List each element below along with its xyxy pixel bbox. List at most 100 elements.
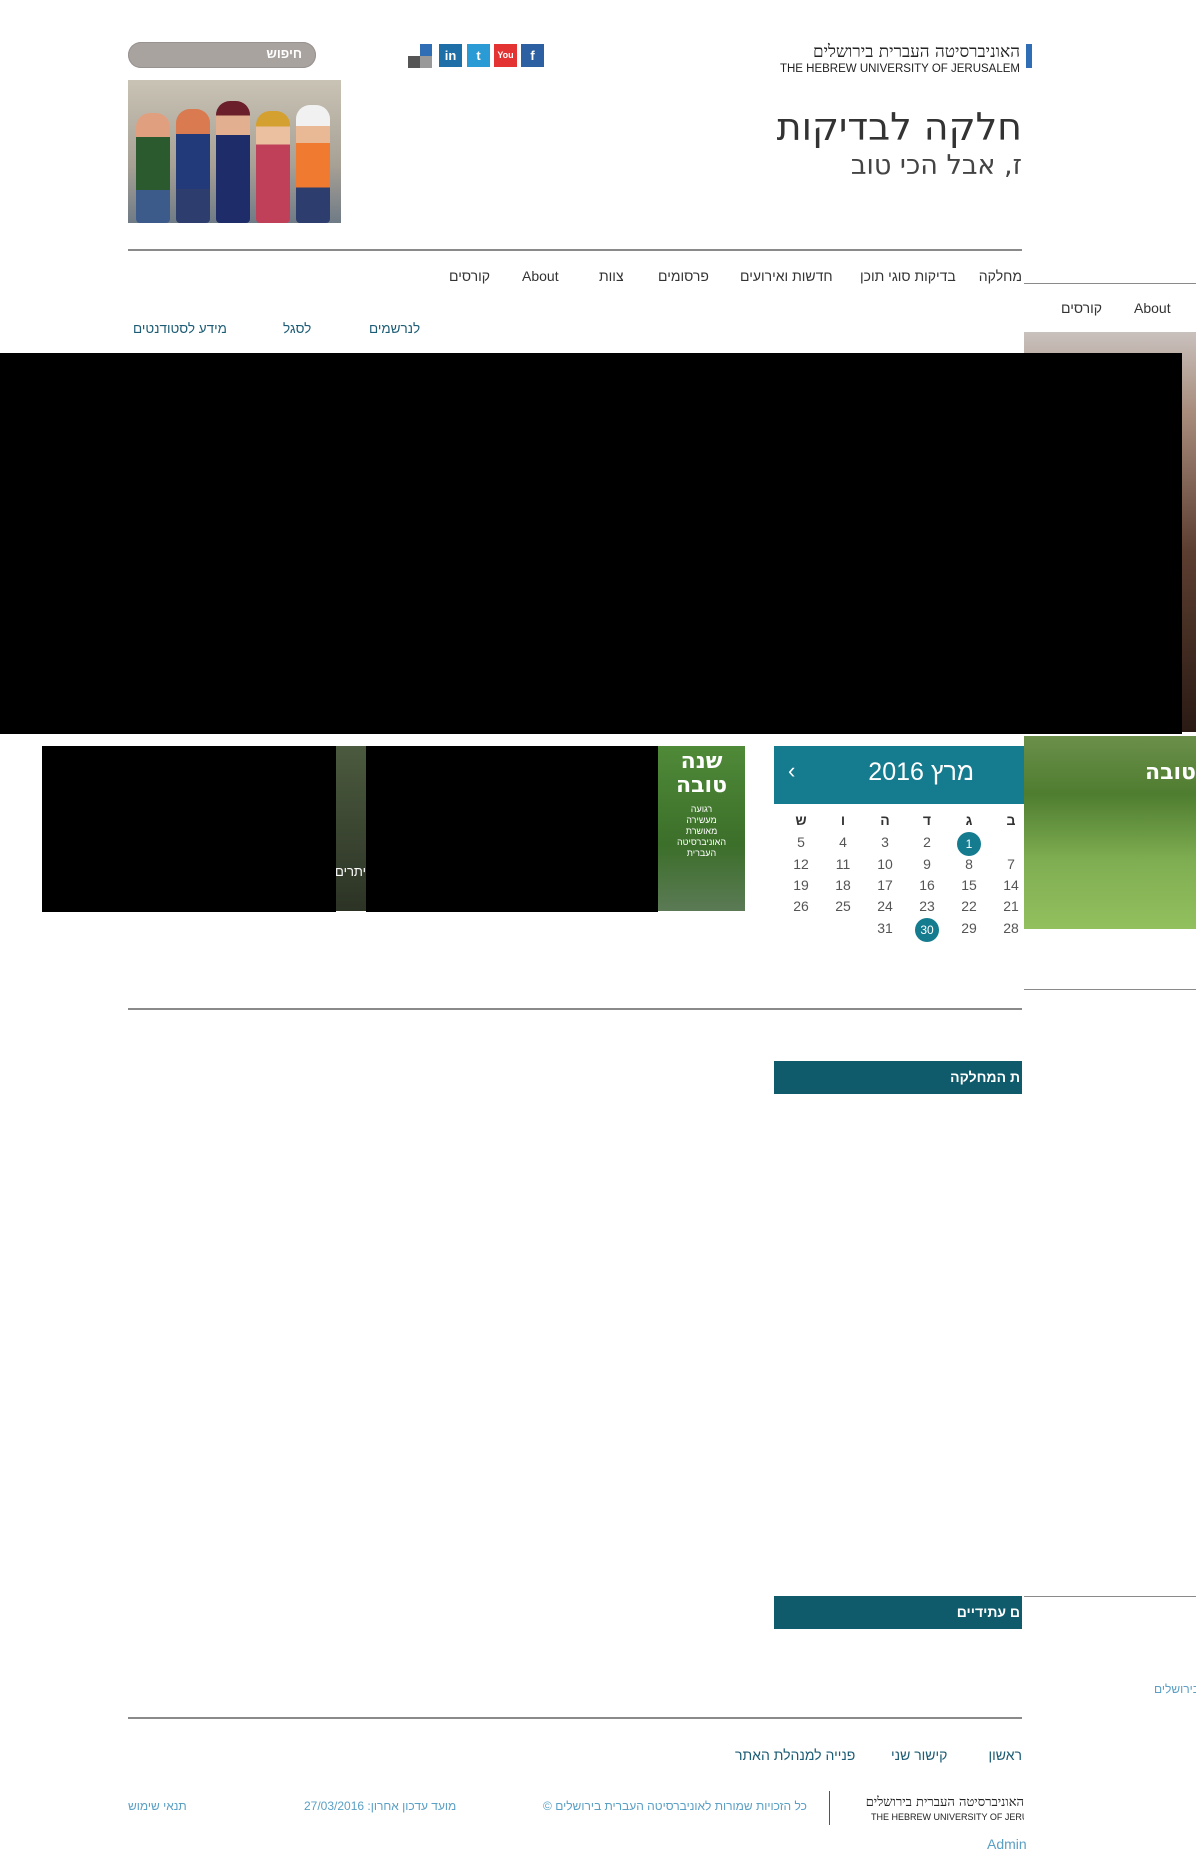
university-logo-english[interactable]: THE HEBREW UNIVERSITY OF JERUSALEM [760, 63, 1020, 75]
footer-link-second[interactable]: קישור שני [891, 1747, 947, 1763]
twitter-icon[interactable]: t [467, 44, 490, 67]
calendar-day[interactable]: 9 [912, 856, 942, 872]
overflow-photo: טובה [1024, 736, 1196, 929]
calendar-day[interactable]: 28 [996, 920, 1026, 936]
site-title[interactable]: חלקה לבדיקות [680, 105, 1022, 149]
calendar-weekday: ב [1006, 812, 1016, 828]
promo-card-strip[interactable]: יתרים [336, 746, 366, 911]
subnav-item-applicants[interactable]: לנרשמים [369, 321, 420, 336]
calendar-day[interactable]: 23 [912, 898, 942, 914]
footer-link-first[interactable]: ראשון [989, 1747, 1022, 1763]
search-label: חיפוש [266, 46, 302, 61]
promo-card-redacted-2[interactable] [366, 746, 658, 912]
youtube-icon[interactable]: You [494, 44, 517, 67]
overflow-divider [1024, 283, 1196, 284]
header-photo [128, 80, 341, 223]
calendar-day[interactable]: 21 [996, 898, 1026, 914]
calendar-day[interactable]: 7 [996, 856, 1026, 872]
site-subtitle: ז, אבל הכי טוב [850, 150, 1022, 181]
calendar-day[interactable]: 1 [954, 832, 984, 856]
nav-item-content-tests[interactable]: בדיקות סוגי תוכן [860, 268, 956, 284]
calendar-day[interactable]: 26 [786, 898, 816, 914]
calendar-day-highlight: 30 [915, 918, 939, 942]
calendar-weekday: ו [840, 812, 846, 828]
calendar-day[interactable]: 11 [828, 856, 858, 872]
hero-slider-redacted[interactable] [0, 353, 1182, 734]
calendar-weekday: ג [965, 812, 973, 828]
calendar-weekday: ד [922, 812, 932, 828]
promo-line: מאושרת [685, 826, 718, 836]
promo-line: רגועה [690, 804, 713, 814]
calendar-day[interactable]: 17 [870, 877, 900, 893]
sidebar-heading-label: ם עתידיים [956, 1604, 1020, 1620]
calendar-day[interactable]: 4 [828, 834, 858, 850]
sidebar-heading-department: ת המחלקה [774, 1061, 1022, 1094]
promo-title: שנה טובה [675, 749, 728, 798]
calendar-day[interactable]: 22 [954, 898, 984, 914]
sidebar-heading-events: ם עתידיים [774, 1596, 1022, 1629]
calendar-header: מרץ 2016 ‹ [774, 746, 1024, 804]
subnav-item-student-info[interactable]: מידע לסטודנטים [133, 321, 227, 336]
calendar-day[interactable]: 25 [828, 898, 858, 914]
calendar-day[interactable]: 30 [912, 918, 942, 942]
promo-line: האוניברסיטה [676, 837, 727, 847]
nav-item-staff[interactable]: צוות [599, 268, 624, 284]
overflow-link[interactable]: בירושלים [1154, 1682, 1196, 1696]
overflow-divider-2 [1024, 989, 1196, 990]
calendar-weekday: ש [795, 812, 807, 828]
content-divider [128, 1008, 1022, 1010]
overflow-photo-text: טובה [1144, 760, 1196, 785]
nav-item-publications[interactable]: פרסומים [658, 268, 709, 284]
nav-item-courses[interactable]: קורסים [449, 268, 490, 284]
linkedin-icon[interactable]: in [439, 44, 462, 67]
footer-logo-divider [829, 1791, 830, 1825]
calendar-day[interactable]: 19 [786, 877, 816, 893]
footer-link-clip: ראשון [975, 1741, 1022, 1765]
mosaic-icon[interactable] [408, 44, 432, 68]
footer-logo-english: THE HEBREW UNIVERSITY OF JERUSALE [871, 1812, 1024, 1822]
footer-terms-link[interactable]: תנאי שימוש [128, 1799, 187, 1813]
calendar-day[interactable]: 18 [828, 877, 858, 893]
calendar-weekday: ה [880, 812, 890, 828]
university-logo-hebrew[interactable]: האוניברסיטה העברית בירושלים [760, 42, 1020, 62]
calendar-day[interactable]: 15 [954, 877, 984, 893]
subnav-item-staff[interactable]: לסגל [283, 321, 311, 336]
nav-item-news-events[interactable]: חדשות ואירועים [740, 268, 833, 284]
calendar-day[interactable]: 3 [870, 834, 900, 850]
calendar-day-highlight: 1 [957, 832, 981, 856]
search-button[interactable]: חיפוש [128, 42, 316, 68]
admin-link[interactable]: Admin [987, 1836, 1027, 1852]
calendar-day[interactable]: 2 [912, 834, 942, 850]
footer-link-contact-admin[interactable]: פנייה למנהלת האתר [735, 1747, 855, 1763]
calendar-day[interactable]: 24 [870, 898, 900, 914]
promo-strip-text: יתרים [336, 864, 366, 879]
calendar-day[interactable]: 29 [954, 920, 984, 936]
promo-line: העברית [686, 848, 717, 858]
logo-accent-bar [1026, 44, 1032, 68]
calendar-day[interactable]: 12 [786, 856, 816, 872]
calendar-prev-icon[interactable]: ‹ [788, 758, 795, 784]
overflow-nav-courses[interactable]: קורסים [1061, 300, 1102, 316]
nav-item-about[interactable]: About [522, 268, 559, 284]
footer-logo-hebrew: האוניברסיטה העברית בירושלים [865, 1795, 1024, 1810]
calendar-day[interactable]: 31 [870, 920, 900, 936]
promo-card-new-year[interactable]: שנה טובה רגועה מעשירה מאושרת האוניברסיטה… [658, 746, 745, 911]
calendar-day[interactable]: 16 [912, 877, 942, 893]
calendar-day[interactable]: 5 [786, 834, 816, 850]
footer-logo[interactable]: האוניברסיטה העברית בירושלים THE HEBREW U… [843, 1794, 1024, 1828]
sidebar-heading-label: ת המחלקה [950, 1069, 1020, 1085]
calendar-day[interactable]: 8 [954, 856, 984, 872]
promo-line: מעשירה [686, 815, 717, 825]
calendar-grid: ש ו ה ד ג ב 5 4 3 2 1 12 11 10 9 8 7 19 18 17 16 15 14 26 25 24 23… [774, 812, 1024, 952]
calendar-month-title: מרץ 2016 [868, 758, 974, 786]
footer-divider [128, 1717, 1022, 1719]
promo-lines: רגועה מעשירה מאושרת האוניברסיטה העברית [658, 804, 745, 859]
header-divider [128, 249, 1022, 251]
calendar-day[interactable]: 10 [870, 856, 900, 872]
facebook-icon[interactable]: f [521, 44, 544, 67]
promo-card-redacted-1[interactable] [42, 746, 336, 912]
nav-item-department[interactable]: מחלקה [979, 268, 1022, 284]
overflow-nav-about[interactable]: About [1134, 300, 1171, 316]
calendar-day[interactable]: 14 [996, 877, 1026, 893]
footer-last-update: מועד עדכון אחרון: 27/03/2016 [304, 1799, 457, 1813]
